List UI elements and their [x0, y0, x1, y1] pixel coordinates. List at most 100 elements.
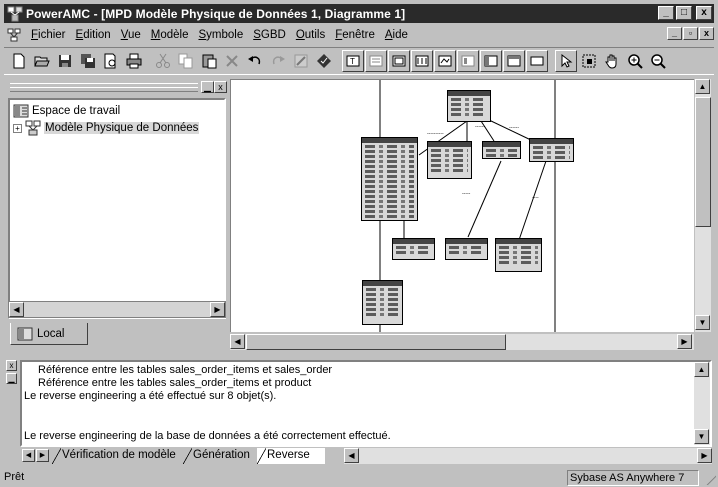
diagram-horizontal-scrollbar[interactable]: ◀ ▶: [230, 333, 694, 350]
menu-outils[interactable]: Outils: [291, 29, 330, 41]
tab-reverse[interactable]: Reverse: [257, 448, 325, 464]
output-vertical-scrollbar[interactable]: ▲ ▼: [694, 362, 710, 445]
diagram-canvas[interactable]: ---------- ------ ------ ----- ----: [230, 79, 694, 332]
tab-verification-modele[interactable]: Vérification de modèle: [52, 448, 176, 464]
view-button-4[interactable]: [411, 50, 433, 72]
menu-edition[interactable]: Edition: [71, 29, 116, 41]
view-button-7[interactable]: [480, 50, 502, 72]
redo-button[interactable]: [267, 50, 289, 72]
cut-button[interactable]: [152, 50, 174, 72]
model-check-button[interactable]: [313, 50, 335, 72]
title-bar[interactable]: PowerAMC - [MPD Modèle Physique de Donné…: [4, 4, 714, 23]
zoom-out-button[interactable]: [647, 50, 669, 72]
view-button-2[interactable]: [365, 50, 387, 72]
doc-restore-button[interactable]: ▫: [683, 27, 698, 40]
status-text: Prêt: [4, 471, 25, 483]
tree-item-workspace[interactable]: Espace de travail: [13, 103, 120, 119]
vertical-scroll-thumb[interactable]: [695, 97, 711, 227]
minimize-button[interactable]: _: [658, 6, 674, 20]
diagram-vertical-scrollbar[interactable]: ▲ ▼: [694, 79, 711, 332]
tab-local[interactable]: Local: [10, 323, 88, 345]
view-button-1[interactable]: T: [342, 50, 364, 72]
zoom-in-icon: [628, 54, 643, 69]
diagram-table-6[interactable]: [392, 238, 435, 260]
browser-horizontal-scrollbar[interactable]: ◀ ▶: [8, 301, 226, 318]
menu-modele[interactable]: Modèle: [146, 29, 194, 41]
view-button-9[interactable]: [526, 50, 548, 72]
horizontal-scroll-thumb[interactable]: [246, 334, 506, 350]
output-scroll-down-arrow-icon[interactable]: ▼: [694, 429, 709, 444]
save-all-icon: [81, 54, 95, 68]
diagram-table-7[interactable]: [445, 238, 488, 260]
scroll-down-arrow-icon[interactable]: ▼: [695, 315, 710, 330]
pointer-tool-button[interactable]: [555, 50, 577, 72]
doc-close-button[interactable]: x: [699, 27, 714, 40]
view-button-8[interactable]: [503, 50, 525, 72]
diagram-table-3[interactable]: [427, 141, 472, 179]
undo-button[interactable]: [244, 50, 266, 72]
view-button-5[interactable]: [434, 50, 456, 72]
tab-generation[interactable]: Génération: [183, 448, 250, 464]
tab-local-label: Local: [37, 327, 65, 340]
maximize-button[interactable]: □: [676, 6, 692, 20]
paste-button[interactable]: [198, 50, 220, 72]
output-tabs: ◀ ▶ Vérification de modèle Génération Re…: [20, 448, 712, 465]
view-button-3[interactable]: [388, 50, 410, 72]
menu-sgbd[interactable]: SGBD: [248, 29, 291, 41]
close-button[interactable]: x: [696, 6, 712, 20]
scroll-up-arrow-icon[interactable]: ▲: [695, 79, 710, 94]
save-button[interactable]: [54, 50, 76, 72]
diagram-table-4[interactable]: [482, 141, 521, 159]
print-preview-button[interactable]: [100, 50, 122, 72]
menu-fenetre[interactable]: Fenêtre: [330, 29, 380, 41]
menu-symbole[interactable]: Symbole: [193, 29, 248, 41]
menu-fichier[interactable]: Fichier: [26, 29, 71, 41]
view-3-icon: [392, 55, 406, 67]
output-log[interactable]: Référence entre les tables sales_order_i…: [20, 360, 712, 447]
output-scroll-left-arrow-icon[interactable]: ◀: [344, 448, 359, 463]
properties-button[interactable]: [290, 50, 312, 72]
output-horizontal-scrollbar[interactable]: ◀ ▶: [344, 448, 712, 464]
document-icon[interactable]: [6, 27, 22, 43]
diagram-table-1[interactable]: [447, 90, 491, 122]
zoom-out-icon: [651, 54, 666, 69]
pane-grip[interactable]: [10, 83, 198, 92]
tree-item-model[interactable]: + Modèle Physique de Données: [13, 120, 200, 136]
expand-icon[interactable]: +: [13, 123, 22, 133]
output-close-button[interactable]: x: [6, 360, 17, 371]
print-icon: [126, 53, 142, 69]
delete-button[interactable]: [221, 50, 243, 72]
scroll-left-arrow-icon[interactable]: ◀: [9, 302, 24, 317]
diagram-table-5[interactable]: [529, 138, 574, 162]
tab-prev-arrow-icon[interactable]: ◀: [22, 449, 35, 462]
print-button[interactable]: [123, 50, 145, 72]
diagram-scroll-left-arrow-icon[interactable]: ◀: [230, 334, 245, 349]
powerdesigner-app-icon[interactable]: [7, 6, 23, 22]
diagram-table-8[interactable]: [495, 238, 542, 272]
menu-aide[interactable]: Aide: [380, 29, 413, 41]
save-all-button[interactable]: [77, 50, 99, 72]
menu-vue[interactable]: Vue: [116, 29, 146, 41]
pane-close-button[interactable]: x: [214, 81, 227, 93]
lasso-tool-button[interactable]: [578, 50, 600, 72]
open-button[interactable]: [31, 50, 53, 72]
doc-minimize-button[interactable]: _: [667, 27, 682, 40]
diagram-table-2[interactable]: [361, 137, 418, 221]
output-float-button[interactable]: ▁: [6, 373, 17, 384]
pane-float-button[interactable]: ▁: [201, 81, 214, 93]
new-button[interactable]: [8, 50, 30, 72]
view-button-6[interactable]: [457, 50, 479, 72]
diagram-table-9[interactable]: [362, 280, 403, 325]
tab-next-arrow-icon[interactable]: ▶: [36, 449, 49, 462]
workspace-tree[interactable]: Espace de travail + Modèle Physique de D…: [8, 98, 226, 319]
output-scroll-up-arrow-icon[interactable]: ▲: [694, 362, 709, 377]
output-scroll-right-arrow-icon[interactable]: ▶: [697, 448, 712, 463]
copy-button[interactable]: [175, 50, 197, 72]
diagram-scroll-right-arrow-icon[interactable]: ▶: [677, 334, 692, 349]
resize-grip-icon[interactable]: [704, 473, 716, 485]
svg-text:-----: -----: [462, 191, 471, 197]
hand-tool-button[interactable]: [601, 50, 623, 72]
scroll-right-arrow-icon[interactable]: ▶: [210, 302, 225, 317]
zoom-in-button[interactable]: [624, 50, 646, 72]
undo-icon: [248, 56, 261, 65]
